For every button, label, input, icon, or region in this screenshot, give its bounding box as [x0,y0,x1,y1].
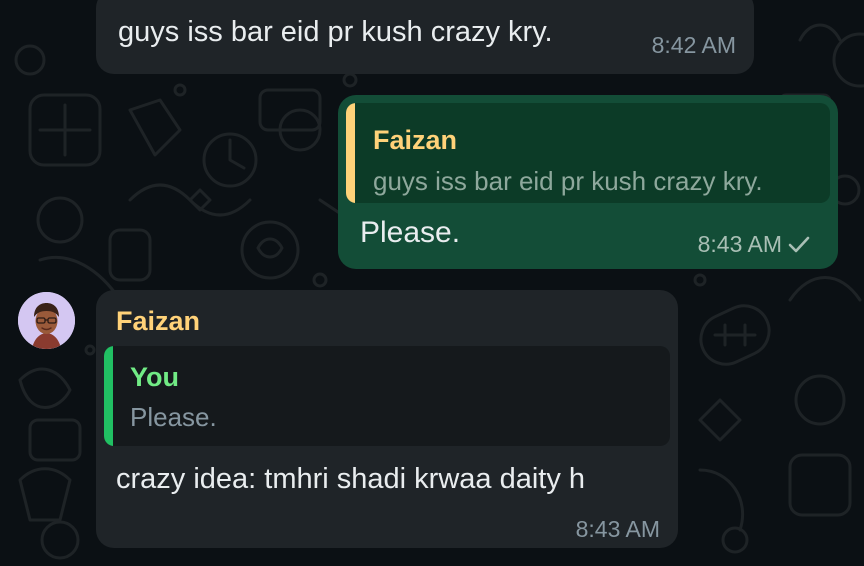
message-meta: 8:43 AM [698,231,810,258]
quoted-text: guys iss bar eid pr kush crazy kry. [373,166,763,196]
quote-accent-bar [346,103,355,203]
incoming-message[interactable]: Faizan You Please. crazy idea: tmhri sha… [96,290,678,548]
incoming-message[interactable]: guys iss bar eid pr kush crazy kry. 8:42… [96,0,754,74]
message-time: 8:43 AM [697,231,782,257]
quoted-text: Please. [130,402,217,432]
quoted-message[interactable]: You Please. [104,346,670,446]
quoted-author: Faizan [373,125,458,155]
message-text: crazy idea: tmhri shadi krwaa daity h [116,463,586,495]
quoted-author: You [130,362,179,392]
memoji-avatar-icon[interactable] [18,292,75,349]
quote-accent-bar [104,346,113,446]
message-text: Please. [360,216,461,249]
quoted-message[interactable]: Faizan guys iss bar eid pr kush crazy kr… [346,103,830,203]
outgoing-message[interactable]: Faizan guys iss bar eid pr kush crazy kr… [338,95,838,269]
single-check-icon [788,236,810,252]
message-text: guys iss bar eid pr kush crazy kry. [118,16,553,48]
message-time: 8:43 AM [575,516,660,542]
sender-name[interactable]: Faizan [116,306,200,337]
message-time: 8:42 AM [651,32,736,58]
avatar-image [18,292,75,349]
